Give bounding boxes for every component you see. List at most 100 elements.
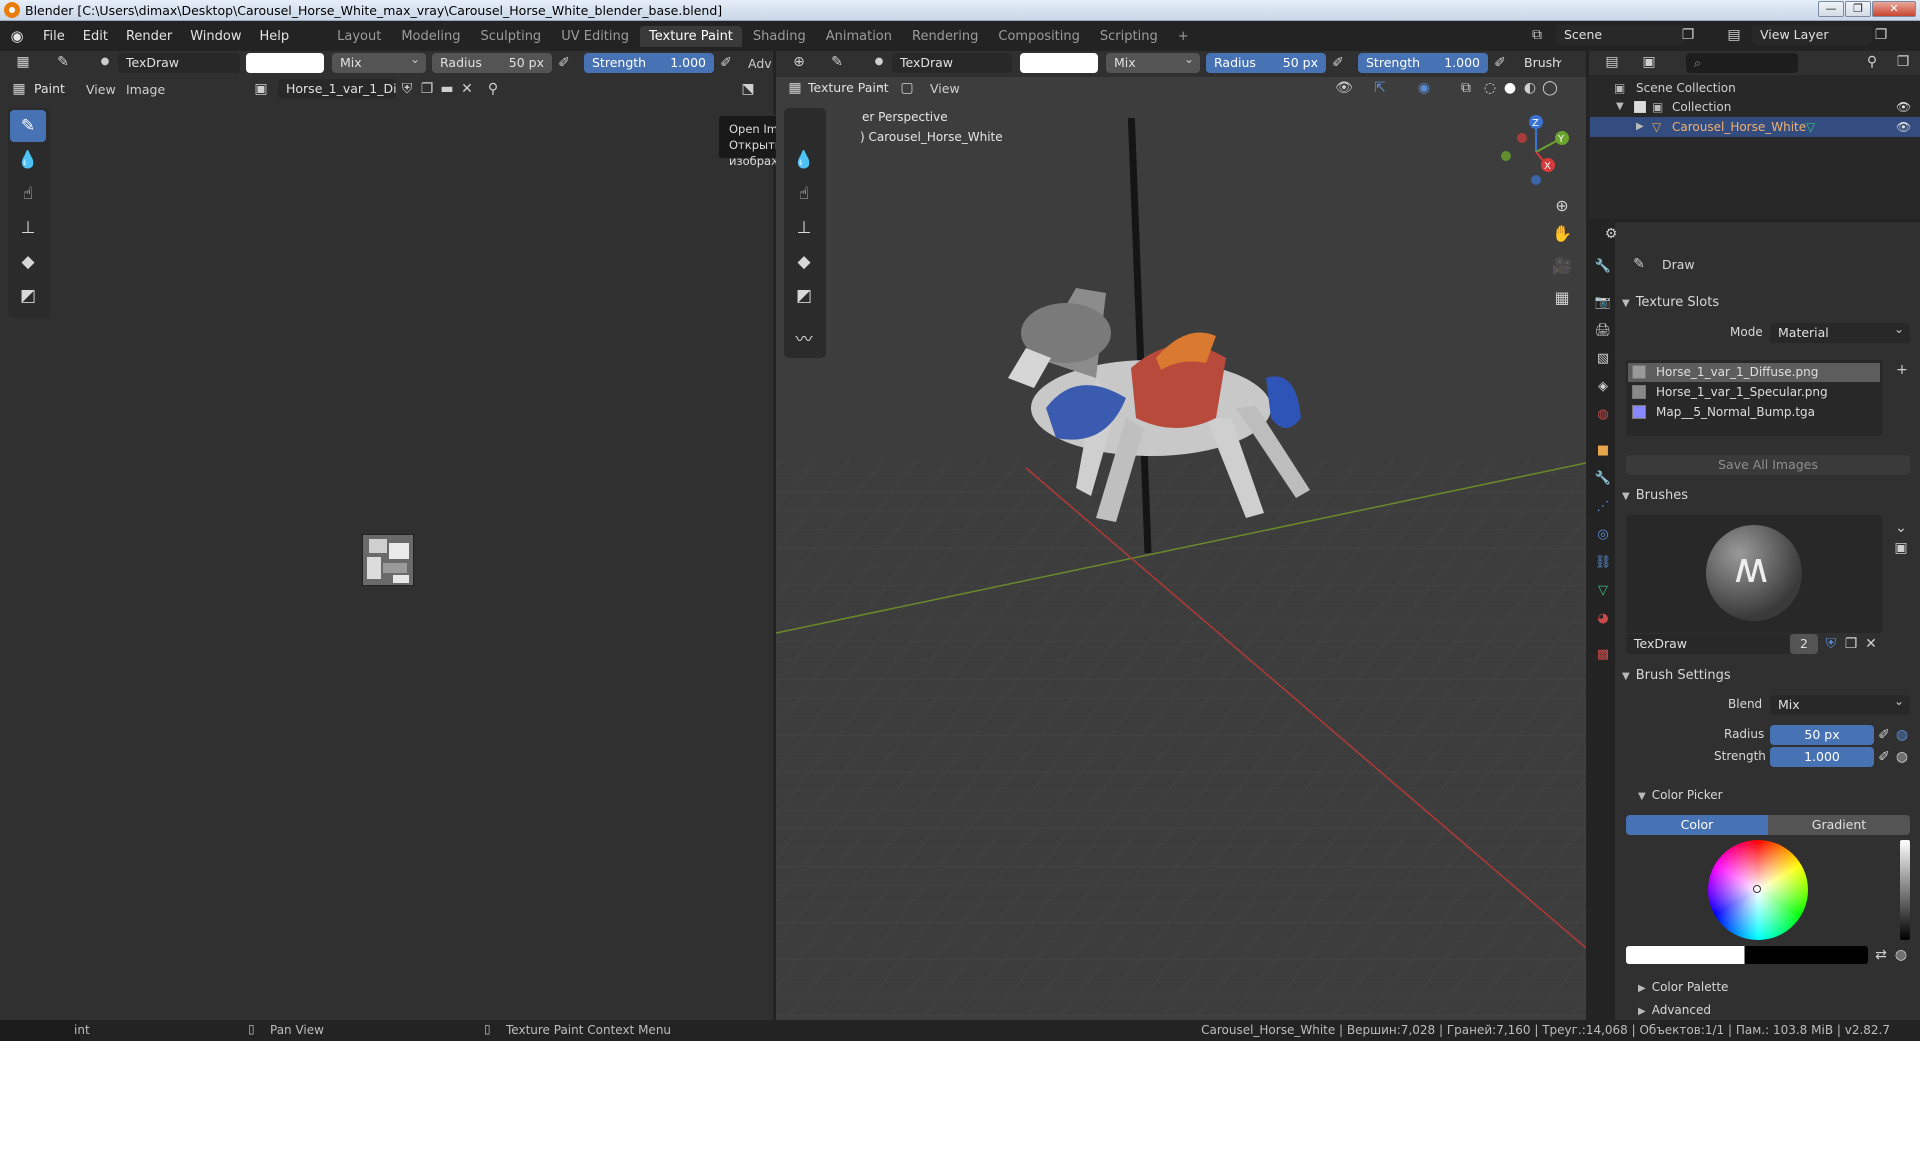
outliner-search-input[interactable]: ⌕ bbox=[1686, 53, 1798, 73]
viewport-3d[interactable] bbox=[776, 118, 1586, 1018]
fill-tool-icon[interactable]: ◆ bbox=[10, 246, 46, 278]
radius-field[interactable]: Radius 50 px bbox=[432, 53, 552, 73]
brush-users-count[interactable]: 2 bbox=[1790, 634, 1818, 654]
brush-tool-icon[interactable]: ✎ bbox=[52, 52, 74, 72]
add-slot-icon[interactable]: + bbox=[1894, 360, 1910, 380]
gradient-mode-tab[interactable]: Gradient bbox=[1768, 815, 1910, 835]
viewport-strength-field[interactable]: Strength 1.000 bbox=[1358, 53, 1488, 73]
material-tab-icon[interactable]: ◕ bbox=[1594, 610, 1612, 628]
outliner-collection[interactable]: ▼ ▣ Collection 👁 bbox=[1590, 97, 1920, 117]
view-layer-tab-icon[interactable]: ▧ bbox=[1594, 350, 1612, 368]
brush-image-icon[interactable]: ▣ bbox=[1892, 538, 1910, 558]
viewport-mask-tool-icon[interactable]: ◩ bbox=[786, 280, 822, 312]
brush-settings-panel-header[interactable]: ▼ Brush Settings bbox=[1622, 668, 1731, 683]
color-swatches[interactable] bbox=[1626, 946, 1868, 964]
brush-menu[interactable]: Brush bbox=[1516, 53, 1570, 73]
editor-type-icon[interactable]: ▦ bbox=[10, 52, 36, 72]
image-browse-icon[interactable]: ▣ bbox=[248, 79, 274, 99]
new-view-layer-icon[interactable]: ❐ bbox=[1870, 25, 1892, 45]
texture-mode-select[interactable]: Material bbox=[1770, 323, 1910, 343]
swap-colors-icon[interactable]: ⇄ bbox=[1872, 945, 1890, 965]
object-visibility-icon[interactable]: 👁 bbox=[1896, 117, 1911, 137]
zoom-icon[interactable]: ⊕ bbox=[1550, 196, 1574, 216]
color-palette-panel-header[interactable]: ▶ Color Palette bbox=[1638, 980, 1728, 994]
blend-mode-select[interactable]: Mix bbox=[332, 53, 426, 73]
brush-preview-area[interactable]: ʍ bbox=[1626, 515, 1882, 633]
image-name-field[interactable]: Horse_1_var_1_Diff... bbox=[278, 79, 396, 99]
color-mode-tab[interactable]: Color bbox=[1626, 815, 1768, 835]
outliner-editor-type-icon[interactable]: ▤ bbox=[1598, 52, 1626, 72]
soften-tool-icon[interactable]: 💧 bbox=[10, 144, 46, 176]
strength-setting-field[interactable]: 1.000 bbox=[1770, 747, 1874, 767]
object-expand-icon[interactable]: ▶ bbox=[1636, 117, 1644, 137]
overlays-toggle-icon[interactable]: ◉ bbox=[1410, 78, 1438, 98]
radius-unified-icon[interactable]: ◍ bbox=[1894, 725, 1910, 745]
constraints-tab-icon[interactable]: ⛓ bbox=[1594, 554, 1612, 572]
tab-shading[interactable]: Shading bbox=[744, 26, 815, 47]
advanced-panel-header[interactable]: ▶ Advanced bbox=[1638, 1003, 1711, 1017]
viewport-soften-tool-icon[interactable]: 💧 bbox=[786, 144, 822, 176]
scene-icon[interactable]: ⧉ bbox=[1525, 25, 1549, 45]
outliner-object-row[interactable]: ▶ ▽ Carousel_Horse_White ▽ 👁 bbox=[1590, 117, 1920, 137]
physics-tab-icon[interactable]: ◎ bbox=[1594, 526, 1612, 544]
brush-name-datablock[interactable]: TexDraw bbox=[1626, 634, 1790, 654]
rendered-shading-icon[interactable]: ◯ bbox=[1540, 78, 1560, 98]
viewport-brush-name-field[interactable]: TexDraw bbox=[892, 53, 1012, 73]
menu-window[interactable]: Window bbox=[181, 29, 250, 44]
mask-tool-icon[interactable]: ◩ bbox=[10, 280, 46, 312]
view-layer-icon[interactable]: ▤ bbox=[1722, 25, 1746, 45]
material-shading-icon[interactable]: ◐ bbox=[1520, 78, 1540, 98]
pin-icon[interactable]: ⚲ bbox=[484, 79, 502, 99]
wireframe-shading-icon[interactable]: ◌ bbox=[1480, 78, 1500, 98]
advanced-menu[interactable]: Adv bbox=[748, 56, 772, 71]
menu-render[interactable]: Render bbox=[117, 29, 181, 44]
data-tab-icon[interactable]: ▽ bbox=[1594, 582, 1612, 600]
color-wheel-cursor[interactable] bbox=[1753, 885, 1761, 893]
new-collection-icon[interactable]: ❐ bbox=[1892, 52, 1914, 72]
visibility-icon[interactable]: 👁 bbox=[1330, 78, 1358, 98]
menu-help[interactable]: Help bbox=[251, 29, 299, 44]
xray-toggle-icon[interactable]: ⧉ bbox=[1456, 78, 1476, 98]
blend-select[interactable]: Mix bbox=[1770, 695, 1910, 715]
color-picker-panel-header[interactable]: ▼ Color Picker bbox=[1638, 788, 1723, 802]
strength-setting-pressure-icon[interactable]: ✐ bbox=[1876, 747, 1892, 767]
add-workspace-button[interactable]: + bbox=[1169, 26, 1198, 47]
viewport-brush-color-swatch[interactable] bbox=[1020, 53, 1098, 73]
color-wheel[interactable] bbox=[1708, 840, 1808, 940]
texture-slot-specular[interactable]: Horse_1_var_1_Specular.png bbox=[1628, 383, 1880, 402]
strength-field[interactable]: Strength 1.000 bbox=[584, 53, 714, 73]
camera-view-icon[interactable]: 🎥 bbox=[1550, 256, 1574, 276]
scene-tab-icon[interactable]: ◈ bbox=[1594, 378, 1612, 396]
strength-pressure-icon[interactable]: ✐ bbox=[716, 53, 736, 73]
open-image-icon[interactable]: ▬ bbox=[438, 79, 456, 99]
modifiers-tab-icon[interactable]: 🔧 bbox=[1594, 470, 1612, 488]
image-display-icon[interactable]: ⬔ bbox=[734, 79, 762, 99]
viewport-blend-select[interactable]: Mix bbox=[1106, 53, 1200, 73]
navigation-gizmo[interactable]: Z Y X bbox=[1496, 112, 1576, 192]
viewport-brush-tool-icon[interactable]: ✎ bbox=[826, 52, 848, 72]
radius-setting-field[interactable]: 50 px bbox=[1770, 725, 1874, 745]
texture-image-preview[interactable] bbox=[362, 534, 414, 586]
collection-visibility-icon[interactable]: 👁 bbox=[1896, 97, 1911, 117]
mode-select[interactable]: Paint bbox=[26, 79, 74, 99]
particles-tab-icon[interactable]: ⋰ bbox=[1594, 498, 1612, 516]
tool-tab-icon[interactable]: 🔧 bbox=[1594, 258, 1612, 276]
new-image-icon[interactable]: ❐ bbox=[418, 79, 436, 99]
collection-expand-icon[interactable]: ▼ bbox=[1616, 97, 1624, 117]
texture-slots-panel-header[interactable]: ▼ Texture Slots bbox=[1622, 295, 1719, 310]
viewport-editor-type-icon[interactable]: ⊕ bbox=[786, 52, 812, 72]
tab-layout[interactable]: Layout bbox=[328, 26, 390, 47]
brush-fake-user-icon[interactable]: ⛨ bbox=[1822, 634, 1840, 654]
ortho-grid-icon[interactable]: ▦ bbox=[1550, 288, 1574, 308]
tab-animation[interactable]: Animation bbox=[817, 26, 901, 47]
texture-slot-diffuse[interactable]: Horse_1_var_1_Diffuse.png bbox=[1628, 363, 1880, 382]
blender-menu-icon[interactable]: ◉ bbox=[0, 27, 34, 45]
viewport-strength-pressure-icon[interactable]: ✐ bbox=[1490, 53, 1510, 73]
brush-unlink-icon[interactable]: ✕ bbox=[1862, 634, 1880, 654]
radius-setting-pressure-icon[interactable]: ✐ bbox=[1876, 725, 1892, 745]
smear-tool-icon[interactable]: ☝ bbox=[10, 178, 46, 210]
annotate-tool-icon[interactable]: 〰 bbox=[786, 324, 822, 356]
viewport-radius-pressure-icon[interactable]: ✐ bbox=[1328, 53, 1348, 73]
brush-list-expand-icon[interactable]: ⌄ bbox=[1892, 518, 1910, 538]
viewport-overlay-toggle-icon[interactable]: ▢ bbox=[898, 78, 916, 98]
